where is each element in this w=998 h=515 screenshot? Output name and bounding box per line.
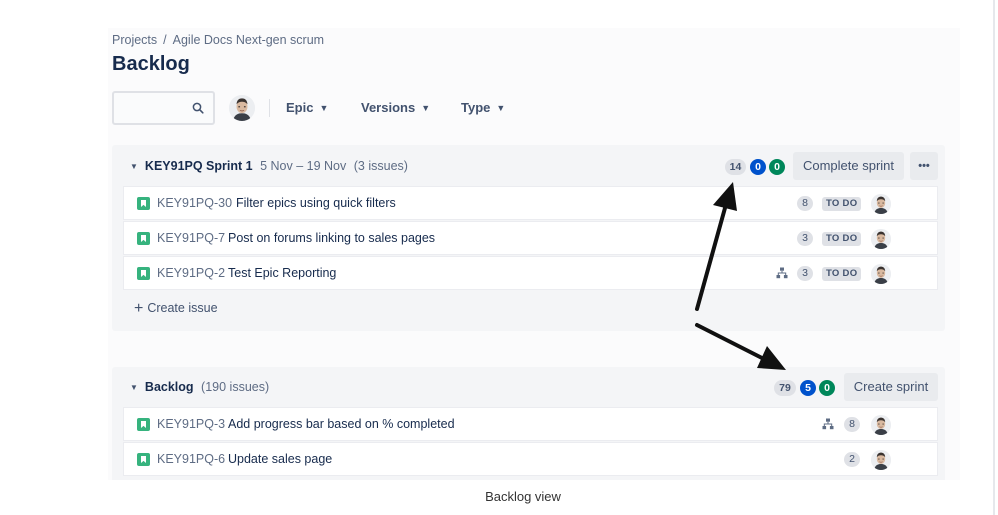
annotation-arrow-up (695, 206, 727, 311)
annotation-arrow-down (695, 323, 764, 360)
annotation-arrows (695, 182, 786, 370)
page-edge (993, 0, 995, 515)
annotation-arrowhead-up (713, 182, 737, 211)
figure-caption: Backlog view (485, 489, 561, 504)
screenshot: Projects / Agile Docs Next-gen scrum Backl… (0, 0, 998, 480)
